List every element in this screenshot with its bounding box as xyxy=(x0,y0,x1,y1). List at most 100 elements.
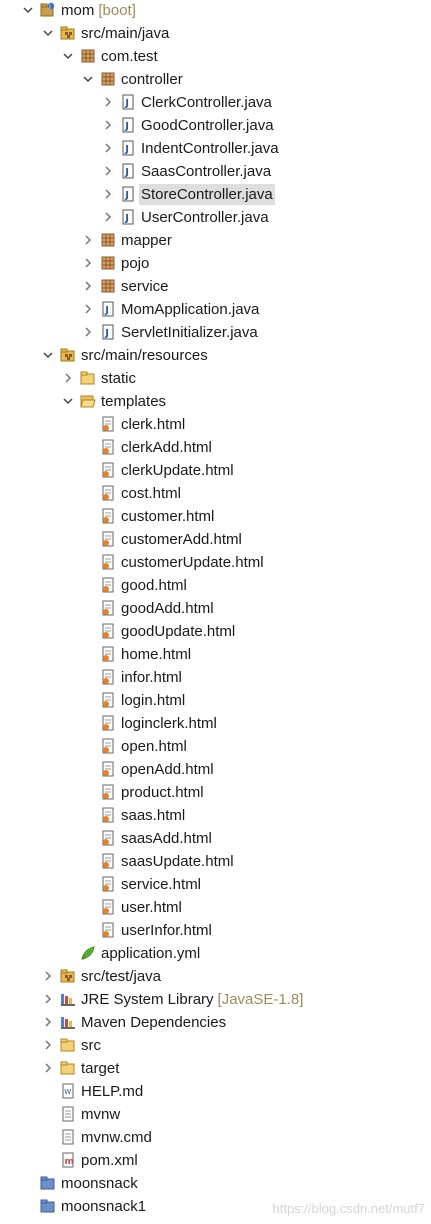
tree-item[interactable]: cost.html xyxy=(0,482,431,505)
chevron-right-icon[interactable] xyxy=(82,326,94,338)
tree-item[interactable]: src xyxy=(0,1034,431,1057)
tree-item-name: HELP.md xyxy=(81,1083,144,1100)
tree-item[interactable]: controller xyxy=(0,68,431,91)
tree-item[interactable]: home.html xyxy=(0,643,431,666)
tree-item[interactable]: Jmom [boot] xyxy=(0,0,431,22)
tree-item-label: userInfor.html xyxy=(119,920,214,941)
tree-item[interactable]: userInfor.html xyxy=(0,919,431,942)
tree-item[interactable]: login.html xyxy=(0,689,431,712)
chevron-right-icon[interactable] xyxy=(42,993,54,1005)
chevron-down-icon[interactable] xyxy=(42,27,54,39)
tree-item[interactable]: src/main/resources xyxy=(0,344,431,367)
chevron-right-icon[interactable] xyxy=(82,257,94,269)
chevron-down-icon[interactable] xyxy=(62,50,74,62)
tree-item[interactable]: mapper xyxy=(0,229,431,252)
tree-item[interactable]: customerUpdate.html xyxy=(0,551,431,574)
chevron-right-icon[interactable] xyxy=(42,970,54,982)
tree-item[interactable]: J IndentController.java xyxy=(0,137,431,160)
html-file-icon xyxy=(100,554,116,570)
tree-item[interactable]: templates xyxy=(0,390,431,413)
tree-item[interactable]: JRE System Library [JavaSE-1.8] xyxy=(0,988,431,1011)
svg-text:J: J xyxy=(104,328,109,339)
chevron-right-icon[interactable] xyxy=(42,1039,54,1051)
chevron-right-icon[interactable] xyxy=(42,1062,54,1074)
tree-item-label: open.html xyxy=(119,736,189,757)
tree-item-name: good.html xyxy=(121,577,187,594)
tree-item[interactable]: J UserController.java xyxy=(0,206,431,229)
tree-item[interactable]: product.html xyxy=(0,781,431,804)
tree-item[interactable]: J SaasController.java xyxy=(0,160,431,183)
chevron-down-icon[interactable] xyxy=(42,349,54,361)
tree-item[interactable]: user.html xyxy=(0,896,431,919)
tree-item[interactable]: src/main/java xyxy=(0,22,431,45)
tree-item[interactable]: static xyxy=(0,367,431,390)
tree-item[interactable]: mvnw.cmd xyxy=(0,1126,431,1149)
tree-item[interactable]: target xyxy=(0,1057,431,1080)
chevron-down-icon[interactable] xyxy=(82,73,94,85)
html-file-icon xyxy=(100,623,116,639)
html-file-icon xyxy=(100,485,116,501)
chevron-right-icon[interactable] xyxy=(82,234,94,246)
tree-item[interactable]: W HELP.md xyxy=(0,1080,431,1103)
tree-item[interactable]: clerkUpdate.html xyxy=(0,459,431,482)
tree-item[interactable]: openAdd.html xyxy=(0,758,431,781)
source-folder-icon xyxy=(60,347,76,363)
tree-item[interactable]: loginclerk.html xyxy=(0,712,431,735)
chevron-right-icon[interactable] xyxy=(102,142,114,154)
java-file-icon: J xyxy=(120,117,136,133)
chevron-right-icon[interactable] xyxy=(82,303,94,315)
chevron-right-icon[interactable] xyxy=(102,211,114,223)
chevron-right-icon[interactable] xyxy=(82,280,94,292)
tree-item[interactable]: Maven Dependencies xyxy=(0,1011,431,1034)
tree-item[interactable]: saasUpdate.html xyxy=(0,850,431,873)
tree-item[interactable]: saasAdd.html xyxy=(0,827,431,850)
tree-item[interactable]: m pom.xml xyxy=(0,1149,431,1172)
tree-item-name: login.html xyxy=(121,692,186,709)
tree-item[interactable]: infor.html xyxy=(0,666,431,689)
tree-item[interactable]: service.html xyxy=(0,873,431,896)
tree-item-name: moonsnack1 xyxy=(61,1198,147,1215)
tree-item[interactable]: good.html xyxy=(0,574,431,597)
tree-item-label: UserController.java xyxy=(139,207,271,228)
java-file-icon: J xyxy=(100,301,116,317)
tree-item[interactable]: application.yml xyxy=(0,942,431,965)
chevron-down-icon[interactable] xyxy=(22,4,34,16)
chevron-down-icon[interactable] xyxy=(62,395,74,407)
chevron-right-icon[interactable] xyxy=(62,372,74,384)
tree-item-label: MomApplication.java xyxy=(119,299,261,320)
html-file-icon xyxy=(100,784,116,800)
svg-text:J: J xyxy=(124,121,129,132)
tree-item[interactable]: clerk.html xyxy=(0,413,431,436)
tree-item[interactable]: J MomApplication.java xyxy=(0,298,431,321)
tree-item[interactable]: goodUpdate.html xyxy=(0,620,431,643)
tree-item-name: saas.html xyxy=(121,807,186,824)
tree-item[interactable]: J GoodController.java xyxy=(0,114,431,137)
tree-item[interactable]: com.test xyxy=(0,45,431,68)
tree-item-name: JRE System Library xyxy=(81,991,214,1008)
chevron-right-icon[interactable] xyxy=(42,1016,54,1028)
tree-item[interactable]: src/test/java xyxy=(0,965,431,988)
html-file-icon xyxy=(100,600,116,616)
tree-item[interactable]: pojo xyxy=(0,252,431,275)
tree-item[interactable]: saas.html xyxy=(0,804,431,827)
tree-item[interactable]: goodAdd.html xyxy=(0,597,431,620)
chevron-right-icon[interactable] xyxy=(102,96,114,108)
tree-item[interactable]: J StoreController.java xyxy=(0,183,431,206)
tree-item-name: static xyxy=(101,370,137,387)
tree-item[interactable]: moonsnack xyxy=(0,1172,431,1195)
chevron-right-icon[interactable] xyxy=(102,188,114,200)
tree-item[interactable]: clerkAdd.html xyxy=(0,436,431,459)
tree-item-name: customerUpdate.html xyxy=(121,554,264,571)
chevron-right-icon[interactable] xyxy=(102,165,114,177)
tree-item[interactable]: customerAdd.html xyxy=(0,528,431,551)
watermark: https://blog.csdn.net/mutf7 xyxy=(272,1201,425,1216)
tree-item[interactable]: mvnw xyxy=(0,1103,431,1126)
tree-item[interactable]: J ClerkController.java xyxy=(0,91,431,114)
tree-item-label: src/main/resources xyxy=(79,345,210,366)
tree-item[interactable]: J ServletInitializer.java xyxy=(0,321,431,344)
tree-item[interactable]: customer.html xyxy=(0,505,431,528)
tree-item[interactable]: service xyxy=(0,275,431,298)
tree-item[interactable]: open.html xyxy=(0,735,431,758)
tree-item-label: clerkUpdate.html xyxy=(119,460,236,481)
chevron-right-icon[interactable] xyxy=(102,119,114,131)
